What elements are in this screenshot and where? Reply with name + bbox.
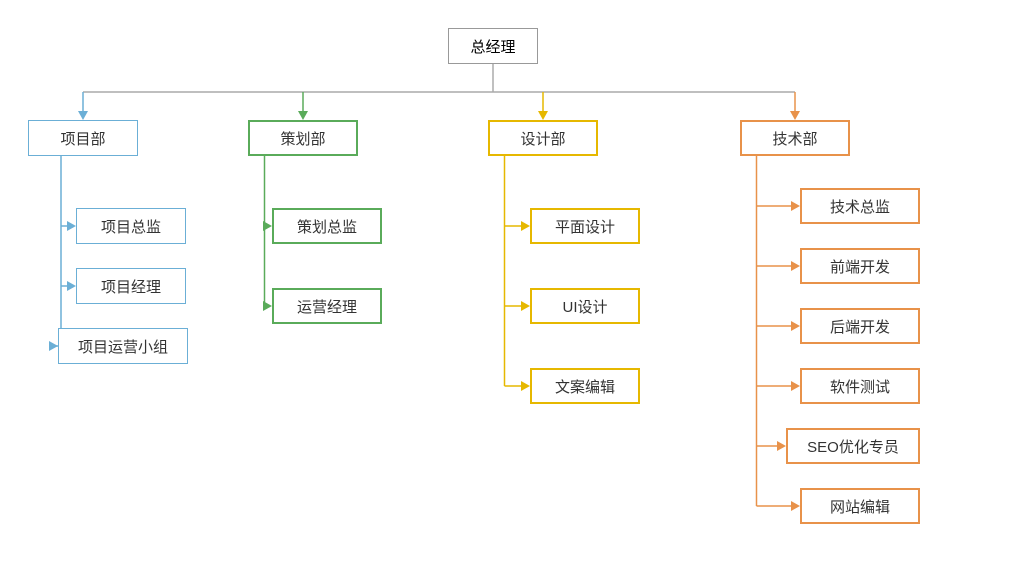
- child-sheji-1: UI设计: [530, 288, 640, 324]
- child-label-xiangmu-2: 项目运营小组: [78, 336, 168, 357]
- child-jishu-0: 技术总监: [800, 188, 920, 224]
- root-label: 总经理: [470, 36, 515, 57]
- child-label-cehua-1: 运营经理: [297, 296, 357, 317]
- child-xiangmu-0: 项目总监: [76, 208, 186, 244]
- child-label-jishu-1: 前端开发: [830, 256, 890, 277]
- dept-label-xiangmu: 项目部: [60, 128, 105, 149]
- child-jishu-5: 网站编辑: [800, 488, 920, 524]
- dept-xiangmu: 项目部: [28, 120, 138, 156]
- dept-label-cehua: 策划部: [280, 128, 325, 149]
- child-label-sheji-2: 文案编辑: [555, 376, 615, 397]
- child-label-xiangmu-1: 项目经理: [101, 276, 161, 297]
- child-jishu-2: 后端开发: [800, 308, 920, 344]
- child-cehua-0: 策划总监: [272, 208, 382, 244]
- child-jishu-4: SEO优化专员: [786, 428, 920, 464]
- child-label-sheji-0: 平面设计: [555, 216, 615, 237]
- child-label-xiangmu-0: 项目总监: [101, 216, 161, 237]
- child-sheji-2: 文案编辑: [530, 368, 640, 404]
- dept-sheji: 设计部: [488, 120, 598, 156]
- child-cehua-1: 运营经理: [272, 288, 382, 324]
- child-label-jishu-2: 后端开发: [830, 316, 890, 337]
- child-label-jishu-5: 网站编辑: [830, 496, 890, 517]
- child-label-jishu-4: SEO优化专员: [807, 436, 899, 457]
- child-xiangmu-1: 项目经理: [76, 268, 186, 304]
- child-jishu-3: 软件测试: [800, 368, 920, 404]
- root-node: 总经理: [448, 28, 538, 64]
- dept-label-jishu: 技术部: [772, 128, 817, 149]
- child-sheji-0: 平面设计: [530, 208, 640, 244]
- org-chart: 总经理 项目部项目总监项目经理项目运营小组 策划部策划总监运营经理 设计部平面设计 U…: [0, 0, 1024, 580]
- child-label-jishu-0: 技术总监: [830, 196, 890, 217]
- child-jishu-1: 前端开发: [800, 248, 920, 284]
- dept-label-sheji: 设计部: [520, 128, 565, 149]
- child-label-sheji-1: UI设计: [562, 296, 607, 317]
- child-xiangmu-2: 项目运营小组: [58, 328, 188, 364]
- dept-cehua: 策划部: [248, 120, 358, 156]
- child-label-jishu-3: 软件测试: [830, 376, 890, 397]
- dept-jishu: 技术部: [740, 120, 850, 156]
- child-label-cehua-0: 策划总监: [297, 216, 357, 237]
